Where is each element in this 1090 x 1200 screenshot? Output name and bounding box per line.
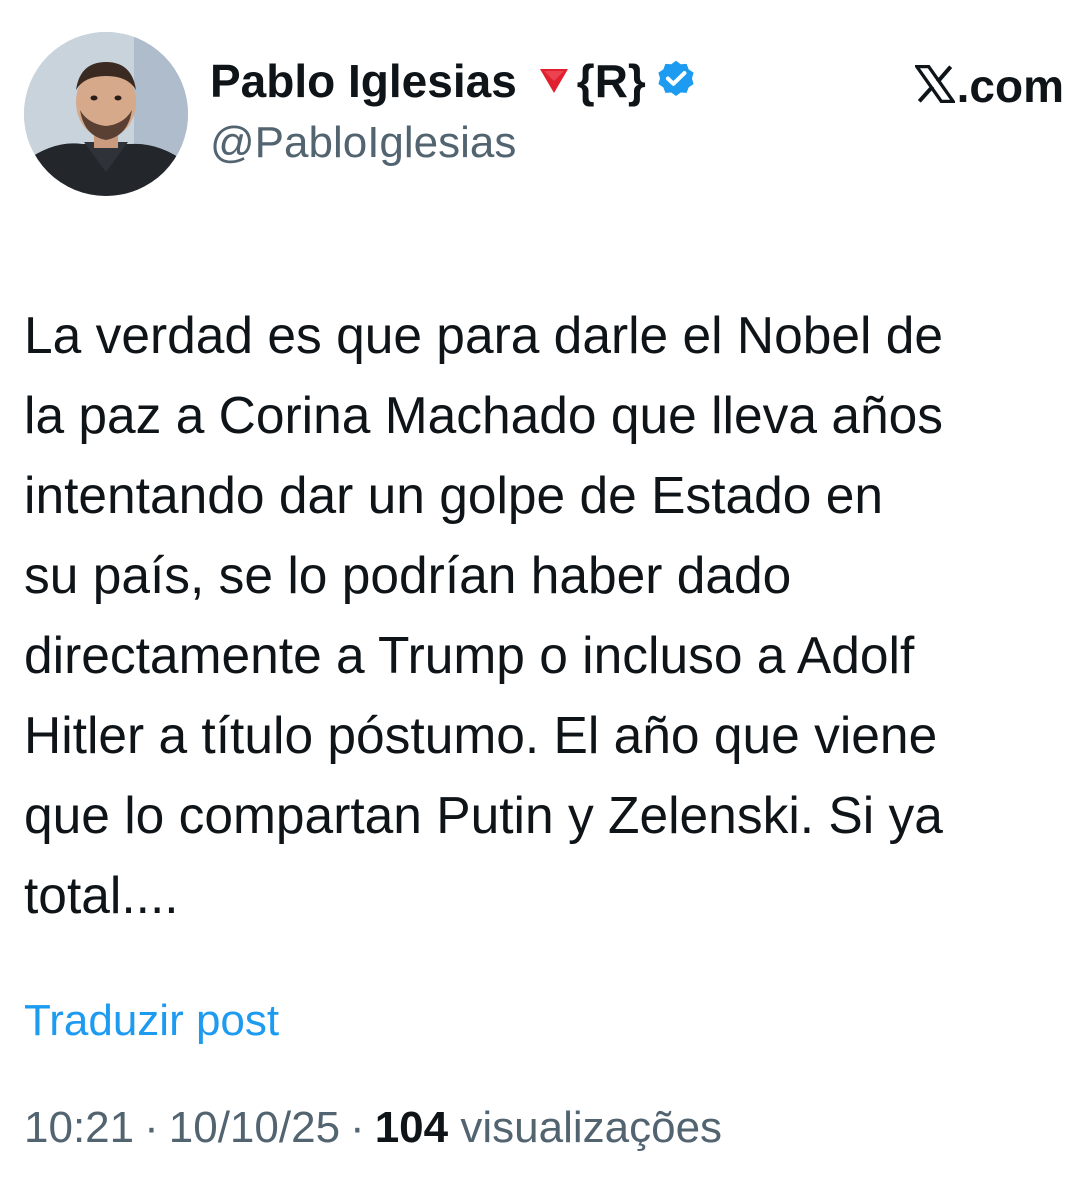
- site-label: .com: [913, 58, 1064, 114]
- tweet-text: La verdad es que para darle el Nobel de …: [24, 295, 1066, 935]
- author-handle[interactable]: @PabloIglesias: [210, 118, 698, 168]
- meta-separator: ·: [350, 1103, 365, 1152]
- x-logo-icon: [913, 60, 956, 114]
- avatar[interactable]: [24, 32, 188, 196]
- tweet-text-line: la paz a Corina Machado que lleva años: [24, 386, 944, 444]
- tweet-meta: 10:21 · 10/10/25 · 104 visualizações: [24, 1103, 722, 1153]
- tweet-card: Pablo Iglesias {R} @PabloIglesias .com L…: [0, 0, 1090, 1200]
- author-identity: Pablo Iglesias {R} @PabloIglesias: [210, 50, 698, 168]
- tweet-text-line: intentando dar un golpe de Estado en: [24, 466, 884, 524]
- author-name-suffix: {R}: [576, 55, 646, 107]
- author-display-name[interactable]: Pablo Iglesias: [210, 54, 517, 108]
- tweet-text-line: directamente a Trump o incluso a Adolf: [24, 626, 915, 684]
- tweet-text-line: Hitler a título póstumo. El año que vien…: [24, 706, 938, 764]
- meta-separator: ·: [144, 1103, 159, 1152]
- tweet-header: Pablo Iglesias {R} @PabloIglesias .com: [24, 32, 1066, 202]
- verified-badge-icon[interactable]: [654, 58, 698, 107]
- author-name-row[interactable]: Pablo Iglesias {R}: [210, 50, 698, 112]
- site-label-text: .com: [956, 60, 1064, 112]
- tweet-date[interactable]: 10/10/25: [169, 1103, 340, 1152]
- tweet-text-line: total....: [24, 866, 179, 924]
- red-triangle-icon: [539, 68, 569, 99]
- tweet-time[interactable]: 10:21: [24, 1103, 134, 1152]
- tweet-text-line: que lo compartan Putin y Zelenski. Si ya: [24, 786, 943, 844]
- tweet-text-line: su país, se lo podrían haber dado: [24, 546, 792, 604]
- translate-post-link[interactable]: Traduzir post: [24, 996, 279, 1046]
- views-count[interactable]: 104: [375, 1103, 448, 1152]
- tweet-text-line: La verdad es que para darle el Nobel de: [24, 306, 944, 364]
- views-label: visualizações: [460, 1103, 723, 1152]
- avatar-image: [24, 32, 188, 196]
